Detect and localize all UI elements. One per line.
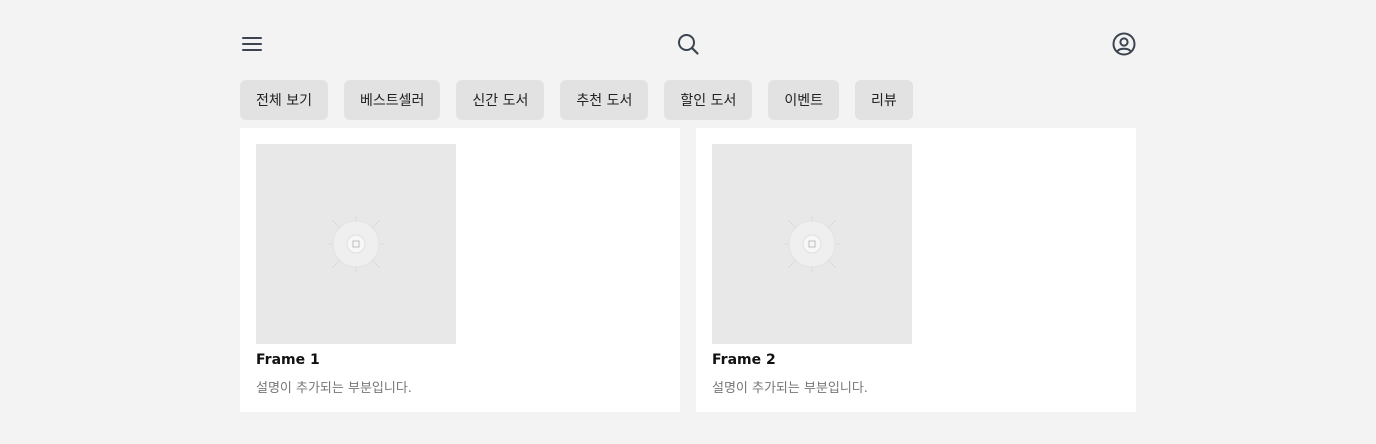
tab-bestseller[interactable]: 베스트셀러 <box>343 80 441 120</box>
card-thumbnail <box>256 144 456 344</box>
card-description: 설명이 추가되는 부분입니다. <box>712 381 868 396</box>
tab-label: 이벤트 <box>784 93 823 109</box>
tab-label: 추천 도서 <box>576 93 633 109</box>
user-icon <box>1112 32 1136 56</box>
tab-all[interactable]: 전체 보기 <box>240 80 328 120</box>
tab-label: 리뷰 <box>870 93 897 109</box>
tab-label: 전체 보기 <box>256 93 312 109</box>
card-title: Frame 1 <box>256 352 320 368</box>
tab-label: 베스트셀러 <box>359 93 425 109</box>
tab-reviews[interactable]: 리뷰 <box>854 80 913 120</box>
card-thumbnail <box>712 144 912 344</box>
tab-discount[interactable]: 할인 도서 <box>664 80 753 120</box>
menu-button[interactable] <box>234 26 270 62</box>
card-item[interactable]: Frame 2 설명이 추가되는 부분입니다. <box>696 128 1136 412</box>
tab-new-books[interactable]: 신간 도서 <box>456 80 545 120</box>
search-button[interactable] <box>670 26 706 62</box>
user-profile-button[interactable] <box>1106 26 1142 62</box>
card-list: Frame 1 설명이 추가되는 부분입니다. Frame 2 설명이 추가되는… <box>240 128 1136 412</box>
top-navigation <box>240 26 1136 62</box>
card-item[interactable]: Frame 1 설명이 추가되는 부분입니다. <box>240 128 680 412</box>
tab-label: 할인 도서 <box>680 93 737 109</box>
search-icon <box>676 32 700 56</box>
tab-recommended[interactable]: 추천 도서 <box>560 80 649 120</box>
category-tabs: 전체 보기 베스트셀러 신간 도서 추천 도서 할인 도서 이벤트 리뷰 <box>240 80 913 120</box>
menu-icon <box>242 36 262 52</box>
tab-events[interactable]: 이벤트 <box>768 80 839 120</box>
card-description: 설명이 추가되는 부분입니다. <box>256 381 412 396</box>
card-title: Frame 2 <box>712 352 776 368</box>
tab-label: 신간 도서 <box>472 93 529 109</box>
